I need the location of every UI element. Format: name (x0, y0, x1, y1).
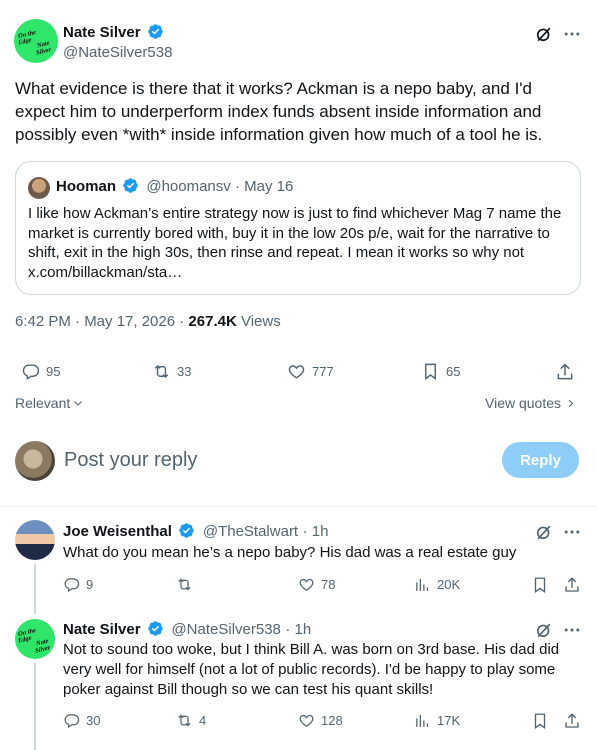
reply-button[interactable]: 30 (63, 712, 100, 729)
reply-button[interactable]: 95 (21, 362, 60, 381)
views-button[interactable]: 17K (414, 712, 460, 729)
reply-text: Not to sound too woke, but I think Bill … (63, 641, 560, 698)
like-button[interactable]: 777 (287, 362, 334, 381)
quoted-author-row[interactable]: Hooman @hoomansv · May 16 (56, 177, 293, 195)
reply-header[interactable]: Joe Weisenthal @TheStalwart · 1h (63, 522, 328, 541)
tweet-text: What evidence is there that it works? Ac… (15, 79, 543, 144)
like-button[interactable]: 78 (298, 576, 335, 593)
author-avatar[interactable]: On the Edge Nate Silver (14, 19, 58, 63)
reply-count: 9 (86, 577, 94, 592)
reply-icon (64, 714, 80, 729)
views-count: 267.4K (188, 313, 237, 330)
reply-submit-button[interactable]: Reply (502, 442, 579, 478)
repost-icon (178, 714, 191, 727)
quoted-tweet[interactable]: Hooman @hoomansv · May 16 I like how Ack… (15, 161, 581, 295)
verified-badge-icon (148, 621, 163, 636)
chevron-right-icon (568, 399, 574, 407)
author-handle[interactable]: @NateSilver538 (63, 44, 172, 61)
reply-author-handle[interactable]: @TheStalwart (203, 523, 298, 540)
grok-icon[interactable] (534, 620, 554, 640)
bookmark-count: 65 (446, 364, 461, 379)
reply-count: 95 (46, 364, 61, 379)
sort-label: Relevant (15, 395, 71, 411)
reply-author-name[interactable]: Nate Silver (63, 621, 141, 638)
quoted-author-name[interactable]: Hooman (56, 178, 116, 195)
heart-icon (288, 365, 305, 379)
reply-author-avatar[interactable] (15, 520, 55, 560)
views-count: 20K (437, 577, 461, 592)
repost-icon (154, 364, 169, 379)
views-label: Views (236, 313, 281, 330)
like-count: 128 (321, 713, 343, 728)
repost-icon (178, 578, 191, 591)
analytics-icon (416, 578, 429, 591)
more-icon[interactable] (562, 620, 582, 640)
reply-author-handle[interactable]: @NateSilver538 (171, 621, 280, 638)
sort-dropdown[interactable]: Relevant (15, 395, 84, 411)
reply-time[interactable]: · 1h (303, 523, 329, 540)
quoted-author-avatar[interactable] (28, 177, 50, 199)
grok-icon[interactable] (534, 24, 554, 44)
bookmark-button[interactable]: 65 (421, 362, 460, 381)
views-button[interactable]: 20K (414, 576, 460, 593)
share-icon[interactable] (555, 362, 575, 382)
heart-icon (299, 714, 314, 727)
reply-text: What do you mean he’s a nepo baby? His d… (63, 544, 517, 561)
like-count: 78 (321, 577, 336, 592)
quoted-date: · May 16 (234, 178, 294, 195)
reply-icon (22, 364, 40, 380)
reply-time[interactable]: · 1h (285, 621, 311, 638)
timestamp[interactable]: 6:42 PM · May 17, 2026 · (15, 313, 188, 330)
reply-author-name[interactable]: Joe Weisenthal (63, 523, 172, 540)
verified-badge-icon (179, 523, 195, 538)
bookmark-icon[interactable] (531, 712, 549, 730)
analytics-icon (416, 714, 429, 727)
timestamp-row: 6:42 PM · May 17, 2026 · 267.4K Views (15, 313, 281, 330)
repost-button[interactable]: 4 (176, 712, 206, 729)
grok-icon[interactable] (534, 522, 554, 542)
heart-icon (299, 578, 314, 591)
reply-count: 30 (86, 713, 101, 728)
reply-input[interactable]: Post your reply (64, 449, 197, 472)
bookmark-icon (425, 363, 436, 381)
current-user-avatar (15, 441, 55, 481)
verified-badge-icon (148, 24, 163, 39)
repost-button[interactable]: 33 (152, 362, 191, 381)
verified-badge-icon (123, 178, 138, 193)
share-icon[interactable] (563, 576, 581, 594)
more-icon[interactable] (562, 24, 582, 44)
views-count: 17K (437, 713, 461, 728)
thread-line (34, 663, 36, 750)
chevron-down-icon (74, 401, 83, 406)
quoted-author-handle[interactable]: @hoomansv (146, 178, 230, 195)
quoted-text: I like how Ackman’s entire strategy now … (28, 205, 562, 281)
like-count: 777 (312, 364, 334, 379)
share-icon[interactable] (563, 712, 581, 730)
like-button[interactable]: 128 (298, 712, 343, 729)
bookmark-icon[interactable] (531, 576, 549, 594)
divider (0, 506, 597, 507)
reply-icon (64, 578, 80, 593)
view-quotes-link[interactable]: View quotes (485, 395, 576, 411)
view-quotes-label: View quotes (485, 395, 562, 411)
more-icon[interactable] (562, 522, 582, 542)
reply-button[interactable]: 9 (63, 576, 93, 593)
author-name-row[interactable]: Nate Silver (63, 23, 164, 42)
author-name[interactable]: Nate Silver (63, 24, 141, 41)
repost-count: 4 (199, 713, 207, 728)
reply-author-avatar[interactable]: On the Edge Nate Silver (15, 619, 55, 659)
repost-count: 33 (177, 364, 192, 379)
thread-line (34, 564, 36, 614)
reply-header[interactable]: Nate Silver @NateSilver538 · 1h (63, 620, 311, 639)
repost-button[interactable] (176, 576, 199, 593)
